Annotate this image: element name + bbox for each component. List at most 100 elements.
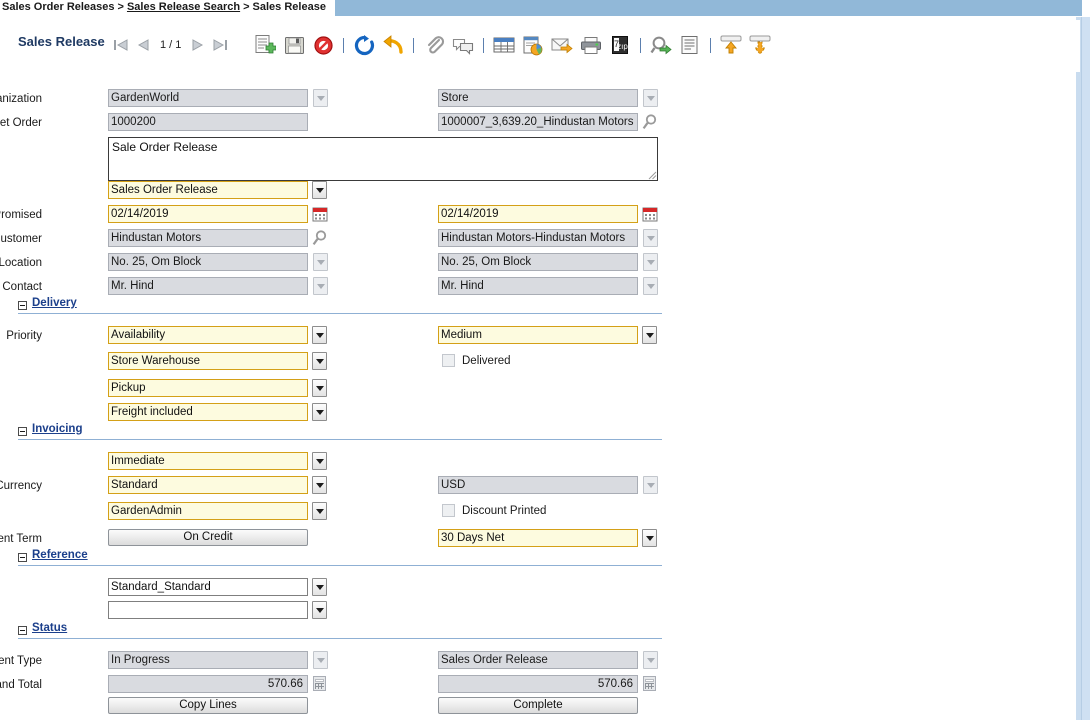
undo-icon[interactable] xyxy=(380,31,406,59)
on-credit-button[interactable]: On Credit xyxy=(108,529,308,546)
invoicing-rule-field[interactable]: Immediate xyxy=(108,452,308,470)
previous-record-icon[interactable] xyxy=(134,36,153,54)
target-doc-type-field[interactable]: Sales Order Release xyxy=(108,181,308,199)
collapse-toggle-icon[interactable] xyxy=(18,553,27,562)
document-type-dropdown-button[interactable] xyxy=(643,651,658,669)
archive-icon[interactable]: zıp 7 xyxy=(607,31,633,59)
record-position-indicator: 1 / 1 xyxy=(160,39,182,51)
organization-field: Store xyxy=(438,89,638,107)
complete-button[interactable]: Complete xyxy=(438,697,638,714)
freight-cost-rule-field[interactable]: Freight included xyxy=(108,403,308,421)
label-currency: Currency xyxy=(0,480,42,492)
document-status-dropdown-button[interactable] xyxy=(313,651,328,669)
blanket-order-search-icon[interactable] xyxy=(641,113,659,131)
collapse-toggle-icon[interactable] xyxy=(18,626,27,635)
priority-field[interactable]: Medium xyxy=(438,326,638,344)
section-header-invoicing[interactable]: Invoicing xyxy=(18,423,662,441)
breadcrumb-link-search[interactable]: Sales Release Search xyxy=(127,1,240,13)
right-margin-strip xyxy=(1076,0,1090,720)
shipping-rule-dropdown-button[interactable] xyxy=(312,326,327,344)
invoicing-rule-dropdown-button[interactable] xyxy=(312,452,327,470)
chat-icon[interactable] xyxy=(450,31,476,59)
organization-dropdown-button[interactable] xyxy=(643,89,658,107)
description-textarea[interactable]: Sale Order Release xyxy=(108,137,658,181)
target-doc-type-dropdown-button[interactable] xyxy=(312,181,327,199)
invoice-to-location-dropdown-button[interactable] xyxy=(643,253,658,271)
price-list-dropdown-button[interactable] xyxy=(312,476,327,494)
partner-location-dropdown-button[interactable] xyxy=(313,253,328,271)
section-title-invoicing[interactable]: Invoicing xyxy=(32,423,82,435)
form-row-shipping-method: Shipping Method Pickup xyxy=(0,379,680,403)
project-field[interactable]: Standard_Standard xyxy=(108,578,308,596)
shipping-rule-field[interactable]: Availability xyxy=(108,326,308,344)
new-record-icon[interactable] xyxy=(252,31,278,59)
collapse-toggle-icon[interactable] xyxy=(18,427,27,436)
date-promised-calendar-icon[interactable] xyxy=(642,206,658,222)
save-icon[interactable] xyxy=(281,31,307,59)
date-ordered-calendar-icon[interactable] xyxy=(312,206,328,222)
next-record-icon[interactable] xyxy=(188,36,207,54)
active-workflow-icon[interactable] xyxy=(677,31,703,59)
zoom-across-icon[interactable] xyxy=(648,31,674,59)
currency-dropdown-button[interactable] xyxy=(643,476,658,494)
detail-record-icon[interactable] xyxy=(747,31,773,59)
freight-cost-rule-dropdown-button[interactable] xyxy=(312,403,327,421)
partner-location-field: No. 25, Om Block xyxy=(108,253,308,271)
application-window: Sales Order Releases > Sales Release Searc… xyxy=(0,0,1090,720)
campaign-field[interactable] xyxy=(108,601,308,619)
representative-dropdown-button[interactable] xyxy=(312,502,327,520)
breadcrumb-bar: Sales Order Releases > Sales Release Searc… xyxy=(0,0,1090,17)
priority-dropdown-button[interactable] xyxy=(642,326,657,344)
collapse-toggle-icon[interactable] xyxy=(18,301,27,310)
copy-lines-button[interactable]: Copy Lines xyxy=(108,697,308,714)
discount-printed-checkbox[interactable] xyxy=(442,504,455,517)
invoice-contact-dropdown-button[interactable] xyxy=(643,277,658,295)
section-header-status[interactable]: Status xyxy=(18,622,662,640)
representative-field[interactable]: GardenAdmin xyxy=(108,502,308,520)
email-icon[interactable] xyxy=(549,31,575,59)
last-record-icon[interactable] xyxy=(210,36,229,54)
print-icon[interactable] xyxy=(578,31,604,59)
contact-dropdown-button[interactable] xyxy=(313,277,328,295)
invoice-to-location-field: No. 25, Om Block xyxy=(438,253,638,271)
shipping-method-dropdown-button[interactable] xyxy=(312,379,327,397)
breadcrumb-root[interactable]: Sales Order Releases xyxy=(2,1,115,13)
attachment-icon[interactable] xyxy=(421,31,447,59)
tenant-dropdown-button[interactable] xyxy=(313,89,328,107)
customer-search-icon[interactable] xyxy=(311,229,329,247)
section-header-delivery[interactable]: Delivery xyxy=(18,297,662,315)
campaign-dropdown-button[interactable] xyxy=(312,601,327,619)
section-title-reference[interactable]: Reference xyxy=(32,549,88,561)
form-row-totals: SubTotal 570.66 Grand Total 570.66 xyxy=(0,675,680,699)
delivered-checkbox[interactable] xyxy=(442,354,455,367)
vertical-scrollbar-track[interactable] xyxy=(1081,17,1090,720)
section-title-delivery[interactable]: Delivery xyxy=(32,297,77,309)
contact-field: Mr. Hind xyxy=(108,277,308,295)
first-record-icon[interactable] xyxy=(112,36,131,54)
form-row-price-list: Price List Standard Currency USD xyxy=(0,476,680,500)
payment-term-field[interactable]: 30 Days Net xyxy=(438,529,638,547)
parent-record-icon[interactable] xyxy=(718,31,744,59)
form-row-freight-cost-rule: Freight Cost Rule Freight included xyxy=(0,403,680,427)
price-list-field[interactable]: Standard xyxy=(108,476,308,494)
report-icon[interactable] xyxy=(520,31,546,59)
payment-term-dropdown-button[interactable] xyxy=(642,529,657,547)
date-promised-field[interactable]: 02/14/2019 xyxy=(438,205,638,223)
invoice-to-customer-dropdown-button[interactable] xyxy=(643,229,658,247)
label-grand-total: Grand Total xyxy=(0,679,42,691)
form-row-tenant: Tenant GardenWorld Organization Store xyxy=(0,89,680,113)
section-title-status[interactable]: Status xyxy=(32,622,67,634)
project-dropdown-button[interactable] xyxy=(312,578,327,596)
form-row-credit-payment: On Credit Payment Term 30 Days Net xyxy=(0,529,680,553)
document-type-field: Sales Order Release xyxy=(438,651,638,669)
warehouse-field[interactable]: Store Warehouse xyxy=(108,352,308,370)
date-ordered-field[interactable]: 02/14/2019 xyxy=(108,205,308,223)
grid-toggle-icon[interactable] xyxy=(491,31,517,59)
refresh-icon[interactable] xyxy=(351,31,377,59)
subtotal-calculator-icon[interactable] xyxy=(313,676,326,691)
section-header-reference[interactable]: Reference xyxy=(18,549,662,567)
warehouse-dropdown-button[interactable] xyxy=(312,352,327,370)
delete-icon[interactable] xyxy=(310,31,336,59)
shipping-method-field[interactable]: Pickup xyxy=(108,379,308,397)
grand-total-calculator-icon[interactable] xyxy=(643,676,656,691)
